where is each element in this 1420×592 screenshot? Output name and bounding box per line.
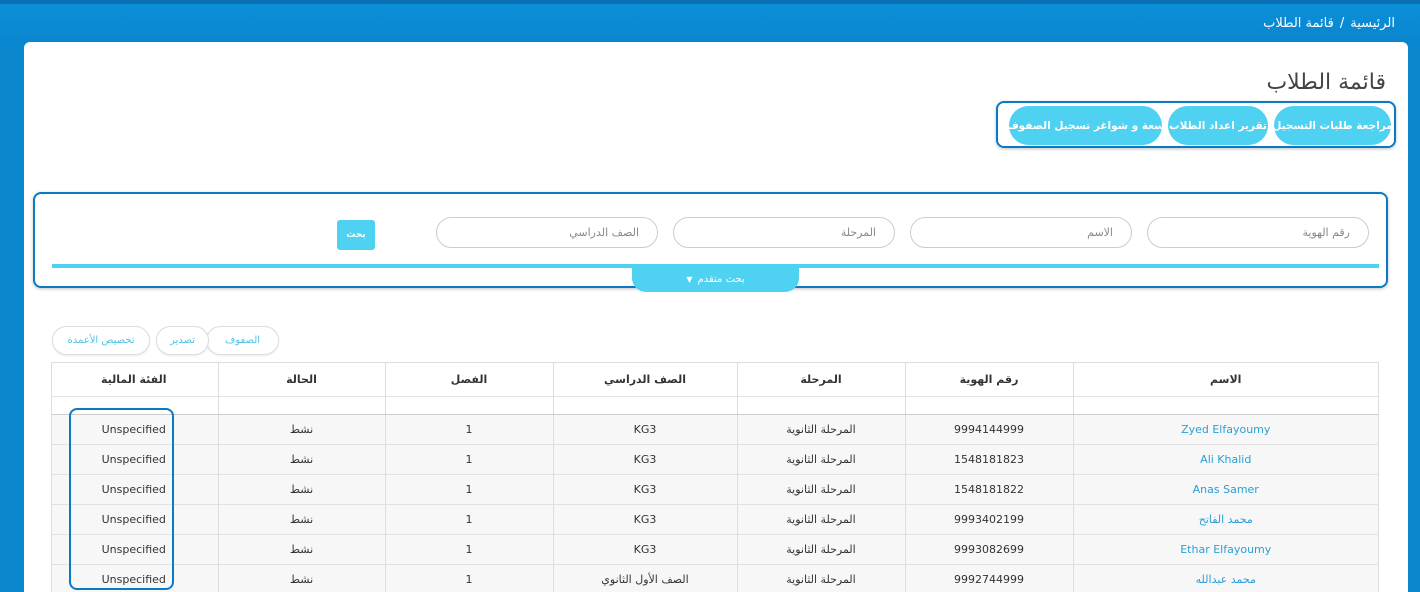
right-edge — [1408, 42, 1420, 592]
cell-stage: المرحلة الثانوية — [736, 413, 905, 444]
header-name[interactable]: الاسم — [1072, 363, 1378, 396]
cell-stage: المرحلة الثانوية — [736, 443, 905, 474]
cell-section: 1 — [384, 503, 553, 534]
cell-financial: Unspecified — [52, 473, 218, 504]
cell-id: 9994144999 — [904, 413, 1073, 444]
cell-section: 1 — [384, 473, 553, 504]
cell-status: نشط — [217, 563, 385, 592]
cell-stage: المرحلة الثانوية — [736, 473, 905, 504]
table-row: Zyed Elfayoumy 9994144999 المرحلة الثانو… — [52, 413, 1378, 444]
breadcrumb-separator: / — [1339, 16, 1345, 31]
header-grade[interactable]: الصف الدراسي — [552, 363, 737, 396]
cell-section: 1 — [384, 533, 553, 564]
cell-grade: KG3 — [552, 443, 737, 474]
cell-grade: KG3 — [552, 473, 737, 504]
action-buttons-group: مراجعة طلبات التسجيل تقرير اعداد الطلاب … — [996, 101, 1396, 148]
search-panel: بحث بحث متقدم ▼ — [33, 192, 1388, 292]
advanced-search-label: بحث متقدم — [697, 273, 745, 285]
students-table: الاسم رقم الهوية المرحلة الصف الدراسي ال… — [51, 362, 1379, 592]
cell-status: نشط — [217, 443, 385, 474]
cell-financial: Unspecified — [52, 413, 218, 444]
table-header-row: الاسم رقم الهوية المرحلة الصف الدراسي ال… — [52, 363, 1378, 396]
header-section[interactable]: الفصل — [384, 363, 553, 396]
cell-financial: Unspecified — [52, 563, 218, 592]
student-name-link[interactable]: Ethar Elfayoumy — [1072, 533, 1378, 564]
cell-status: نشط — [217, 503, 385, 534]
cell-stage: المرحلة الثانوية — [736, 533, 905, 564]
filter-row — [52, 395, 1378, 415]
page-title: قائمة الطلاب — [1266, 70, 1386, 95]
search-button[interactable]: بحث — [337, 220, 375, 250]
rows-button[interactable]: الصفوف — [206, 326, 279, 355]
student-name-link[interactable]: Anas Samer — [1072, 473, 1378, 504]
cell-status: نشط — [217, 413, 385, 444]
table-row: Ethar Elfayoumy 9993082699 المرحلة الثان… — [52, 533, 1378, 564]
cell-stage: المرحلة الثانوية — [736, 503, 905, 534]
grade-search-input[interactable] — [436, 217, 658, 248]
cell-financial: Unspecified — [52, 533, 218, 564]
breadcrumb: الرئيسية / قائمة الطلاب — [1260, 16, 1398, 31]
name-search-input[interactable] — [910, 217, 1132, 248]
students-count-report-button[interactable]: تقرير اعداد الطلاب — [1168, 106, 1268, 145]
stage-search-input[interactable] — [673, 217, 895, 248]
cell-grade: KG3 — [552, 533, 737, 564]
cell-id: 1548181823 — [904, 443, 1073, 474]
header-id[interactable]: رقم الهوية — [904, 363, 1073, 396]
cell-id: 9992744999 — [904, 563, 1073, 592]
id-search-input[interactable] — [1147, 217, 1369, 248]
class-capacity-button[interactable]: سعة و شواغر تسجيل الصفوف — [1006, 106, 1165, 145]
header-status[interactable]: الحالة — [217, 363, 385, 396]
cell-stage: المرحلة الثانوية — [736, 563, 905, 592]
student-name-link[interactable]: محمد الفاتح — [1072, 503, 1378, 534]
cell-status: نشط — [217, 533, 385, 564]
customize-columns-button[interactable]: تخصيص الأعمدة — [52, 326, 150, 355]
review-requests-button[interactable]: مراجعة طلبات التسجيل — [1272, 106, 1393, 145]
breadcrumb-home[interactable]: الرئيسية — [1350, 16, 1395, 31]
table-row: محمد عبدالله 9992744999 المرحلة الثانوية… — [52, 563, 1378, 592]
cell-section: 1 — [384, 413, 553, 444]
cell-section: 1 — [384, 443, 553, 474]
cell-financial: Unspecified — [52, 503, 218, 534]
cell-status: نشط — [217, 473, 385, 504]
cell-id: 9993402199 — [904, 503, 1073, 534]
cell-section: 1 — [384, 563, 553, 592]
table-row: محمد الفاتح 9993402199 المرحلة الثانوية … — [52, 503, 1378, 534]
header-stage[interactable]: المرحلة — [736, 363, 905, 396]
main-card: قائمة الطلاب مراجعة طلبات التسجيل تقرير … — [24, 42, 1408, 592]
cell-grade: الصف الأول الثانوي — [552, 563, 737, 592]
cell-id: 9993082699 — [904, 533, 1073, 564]
student-name-link[interactable]: Ali Khalid — [1072, 443, 1378, 474]
export-button[interactable]: تصدير — [156, 326, 209, 355]
student-name-link[interactable]: محمد عبدالله — [1072, 563, 1378, 592]
cell-id: 1548181822 — [904, 473, 1073, 504]
header-financial[interactable]: الفئة المالية — [52, 363, 218, 396]
caret-down-icon: ▼ — [686, 274, 693, 284]
cell-grade: KG3 — [552, 413, 737, 444]
top-bar: الرئيسية / قائمة الطلاب — [0, 0, 1420, 42]
breadcrumb-current: قائمة الطلاب — [1263, 16, 1334, 31]
table-row: Anas Samer 1548181822 المرحلة الثانوية K… — [52, 473, 1378, 504]
cell-financial: Unspecified — [52, 443, 218, 474]
table-row: Ali Khalid 1548181823 المرحلة الثانوية K… — [52, 443, 1378, 474]
student-name-link[interactable]: Zyed Elfayoumy — [1072, 413, 1378, 444]
cell-grade: KG3 — [552, 503, 737, 534]
advanced-search-toggle[interactable]: بحث متقدم ▼ — [632, 266, 799, 292]
